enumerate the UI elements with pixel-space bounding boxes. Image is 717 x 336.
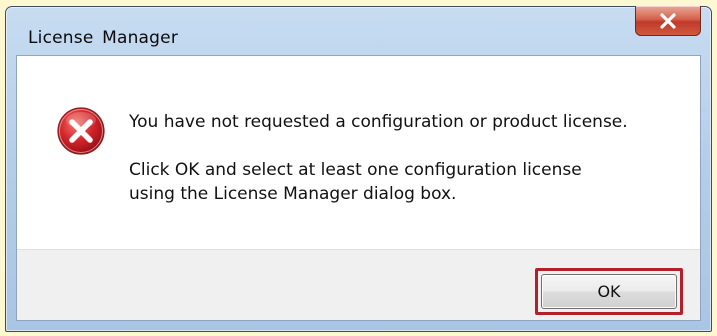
close-button[interactable] (635, 6, 701, 36)
ok-button[interactable]: OK (541, 274, 677, 309)
message-line-3: using the License Manager dialog box. (129, 184, 457, 204)
license-manager-dialog: License Manager You have not requested a… (5, 6, 712, 332)
message-text: You have not requested a configuration o… (129, 110, 628, 206)
ok-button-highlight: OK (535, 268, 683, 315)
message-line-1: You have not requested a configuration o… (129, 112, 628, 132)
close-x-icon (660, 12, 676, 29)
button-bar: OK (17, 249, 700, 320)
window-title: License Manager (28, 28, 179, 48)
error-icon (57, 107, 105, 155)
message-area: You have not requested a configuration o… (17, 56, 700, 261)
title-bar[interactable]: License Manager (6, 6, 711, 53)
dialog-client-area: You have not requested a configuration o… (16, 55, 701, 321)
message-line-2: Click OK and select at least one configu… (129, 160, 582, 180)
